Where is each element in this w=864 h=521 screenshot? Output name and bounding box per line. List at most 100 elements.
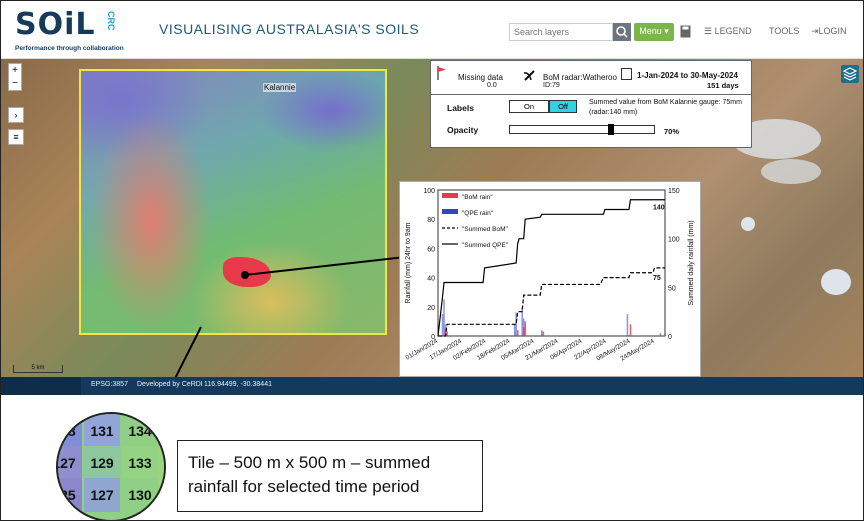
bom-bar [542,331,545,336]
login-icon: ⇥ [811,26,819,36]
app-header: SOiL CRC Performance through collaborati… [1,1,863,59]
day-count: 151 days [707,81,739,90]
login-link[interactable]: ⇥LOGIN [811,26,847,37]
legend-link[interactable]: ☰ LEGEND [704,26,752,37]
expand-panel-button[interactable]: › [8,107,24,123]
layer-list-button[interactable]: ≡ [8,129,24,145]
developer-credit[interactable]: Developed by CeRDI [137,381,203,388]
missing-data-value: 0.0 [487,82,497,89]
menu-label: Menu [639,26,662,36]
zoom-out-button[interactable]: − [9,77,21,90]
tile-cell: 133 [122,446,158,480]
qpe-end-label: 140 [653,205,665,212]
left-tick-label: 40 [427,276,435,283]
opacity-slider-thumb[interactable] [608,124,614,135]
flag-icon [437,66,446,80]
calendar-icon[interactable] [621,68,632,80]
legend-entry: "Summed QPE" [462,242,509,249]
legend-entry: "Summed BoM" [462,226,508,233]
missing-data-label: Missing data [458,73,503,82]
town-label: Kalannie [263,83,297,92]
radar-label: BoM radar:Watheroo [543,73,617,82]
login-label: LOGIN [818,26,847,36]
right-tick-label: 100 [668,237,680,244]
epsg-label: EPSG:3857 [91,381,128,388]
left-tick-label: 20 [427,305,435,312]
qpe-bar [443,299,445,336]
summed-value-note: Summed value from BoM Kalannie gauge: 75… [589,99,742,116]
list-icon: ≡ [13,132,19,142]
left-tick-label: 100 [423,188,435,195]
radar-icon [523,70,535,81]
opacity-value: 70% [664,127,680,136]
opacity-slider[interactable] [509,124,655,135]
layers-toggle-button[interactable] [841,65,859,83]
scale-bar: 5 km [13,365,63,373]
footer-left-block [1,377,81,395]
rainfall-chart: 0 20 40 60 80 100 0 50 100 150 Rainfall (mm) 24hr … [399,181,701,377]
tile-callout: Tile – 500 m x 500 m – summed rainfall f… [177,440,483,512]
info-panel: Missing data 0.0 BoM radar:Watheroo ID:7… [430,60,752,148]
layers-icon [842,67,858,81]
tile-cell: 128 [58,414,82,448]
search-layers-input[interactable] [509,23,613,41]
summed-qpe-line [437,199,665,337]
tile-cell: 131 [84,414,120,448]
bom-bar [664,333,666,336]
left-tick-label: 80 [427,217,435,224]
left-tick-label: 60 [427,246,435,253]
tile-cell: 125 [58,478,82,512]
zoom-control: + − [8,63,22,91]
bom-bar [522,327,525,336]
opacity-title: Opacity [447,125,479,135]
gauge-marker[interactable] [241,271,249,279]
bom-bar [629,324,632,336]
qpe-bar [659,333,662,336]
logo-tagline: Performance through collaboration [15,45,124,52]
salt-lake [741,217,755,231]
date-range: 1-Jan-2024 to 30-May-2024 [637,71,738,80]
chevron-right-icon: › [14,110,18,120]
panel-divider [431,94,751,95]
tile-cell: 129 [84,446,120,480]
right-axis-label: Summed daily rainfall (mm) [688,220,695,305]
right-tick-label: 50 [668,285,676,292]
legend-label: LEGEND [714,26,752,36]
labels-title: Labels [447,103,474,113]
rainfall-chart-svg: 020406080100050100150Rainfall (mm) 24hr … [404,188,695,363]
bom-bar [446,331,448,336]
app-title: VISUALISING AUSTRALASIA'S SOILS [159,21,420,37]
right-tick-label: 150 [668,188,680,195]
labels-on-toggle[interactable]: On [509,100,549,113]
logo-suffix: CRC [106,11,116,31]
save-icon[interactable] [680,25,691,38]
rainfall-raster-overlay[interactable] [79,69,387,335]
tools-link[interactable]: TOOLS [769,26,799,36]
left-axis-label: Rainfall (mm) 24hr to 9am [405,222,412,303]
labels-off-toggle[interactable]: Off [549,100,577,113]
screenshot-root: SOiL CRC Performance through collaborati… [0,0,864,521]
bom-bar [516,330,519,336]
qpe-bar [441,314,444,336]
legend-swatch [442,193,458,198]
soil-crc-logo[interactable]: SOiL CRC Performance through collaborati… [15,7,125,55]
tile-cell: 134 [122,414,158,448]
cursor-coordinates: 116.94499, -30.38441 [204,381,272,388]
legend-swatch [442,209,458,214]
tile-magnifier: 128 131 134 127 129 133 13 125 127 130 1… [56,412,166,520]
search-icon [616,26,628,38]
menu-button[interactable]: Menu ▾ [634,23,674,41]
bom-end-label: 75 [653,275,661,282]
zoom-in-button[interactable]: + [9,64,21,77]
list-icon: ☰ [704,26,713,36]
radar-id: ID:79 [543,82,560,89]
salt-lake [761,159,821,184]
right-tick-label: 0 [668,334,672,341]
search-button[interactable] [613,23,631,41]
bom-bar [524,321,527,336]
logo-text: SOiL [15,7,96,42]
map-footer-bar: EPSG:3857 Developed by CeRDI 116.94499, … [1,377,863,395]
legend-entry: "QPE rain" [462,210,494,217]
qpe-bar [540,330,543,336]
tile-cell: 127 [58,446,82,480]
